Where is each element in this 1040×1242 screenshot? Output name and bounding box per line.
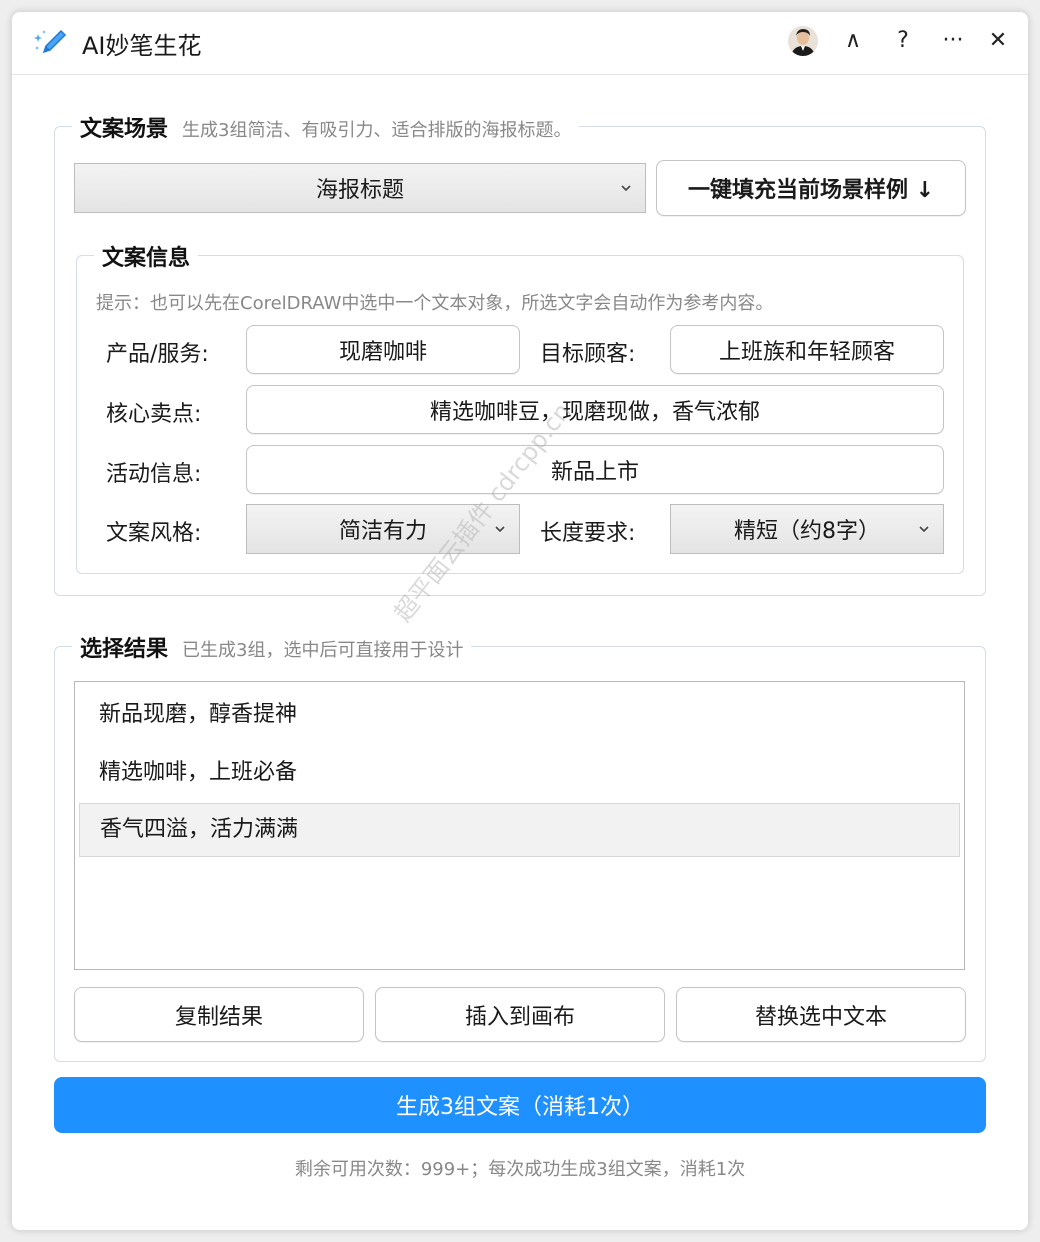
results-legend-title: 选择结果 — [80, 637, 169, 662]
collapse-button[interactable]: ∧ — [836, 26, 870, 56]
fill-sample-label: 一键填充当前场景样例 ↓ — [687, 178, 935, 203]
replace-text-button[interactable]: 替换选中文本 — [676, 987, 966, 1042]
app-window: AI妙笔生花 ∧ ? ··· ✕ 文案场景 生成3组简洁、有吸引力、适合排版的海… — [12, 12, 1028, 1230]
event-label: 活动信息: — [106, 462, 202, 487]
product-value: 现磨咖啡 — [338, 339, 427, 365]
event-input[interactable]: 新品上市 — [246, 445, 944, 494]
info-legend: 文案信息 — [94, 240, 199, 272]
style-value: 简洁有力 — [338, 519, 427, 544]
result-item[interactable]: 精选咖啡，上班必备 — [79, 746, 960, 800]
chevron-down-icon — [495, 526, 505, 533]
chevron-down-icon — [919, 526, 929, 533]
scene-legend: 文案场景 生成3组简洁、有吸引力、适合排版的海报标题。 — [72, 111, 580, 143]
length-select[interactable]: 精短（约8字） — [670, 504, 944, 554]
title-bar: AI妙笔生花 ∧ ? ··· ✕ — [12, 12, 1028, 75]
insert-canvas-button[interactable]: 插入到画布 — [375, 987, 665, 1042]
user-avatar[interactable] — [788, 26, 818, 56]
length-label: 长度要求: — [540, 521, 636, 546]
result-item-selected[interactable]: 香气四溢，活力满满 — [79, 803, 960, 857]
product-input[interactable]: 现磨咖啡 — [246, 325, 520, 374]
style-select[interactable]: 简洁有力 — [246, 504, 520, 554]
copy-result-label: 复制结果 — [174, 1004, 263, 1030]
scene-select-value: 海报标题 — [315, 178, 404, 203]
audience-label: 目标顾客: — [540, 342, 636, 367]
results-list[interactable]: 新品现磨，醇香提神 精选咖啡，上班必备 香气四溢，活力满满 — [74, 681, 965, 970]
insert-canvas-label: 插入到画布 — [464, 1004, 575, 1030]
close-button[interactable]: ✕ — [981, 26, 1015, 56]
more-button[interactable]: ··· — [936, 26, 970, 56]
selling-point-label: 核心卖点: — [106, 402, 202, 427]
replace-text-label: 替换选中文本 — [754, 1004, 887, 1030]
scene-select[interactable]: 海报标题 — [74, 163, 646, 213]
length-value: 精短（约8字） — [734, 519, 880, 544]
app-title: AI妙笔生花 — [82, 32, 202, 60]
copy-result-button[interactable]: 复制结果 — [74, 987, 364, 1042]
chevron-down-icon — [621, 185, 631, 192]
generate-label: 生成3组文案（消耗1次） — [396, 1095, 644, 1120]
selling-point-value: 精选咖啡豆，现磨现做，香气浓郁 — [429, 399, 760, 425]
product-label: 产品/服务: — [106, 342, 209, 367]
help-button[interactable]: ? — [886, 26, 920, 56]
scene-legend-subtitle: 生成3组简洁、有吸引力、适合排版的海报标题。 — [182, 120, 572, 141]
scene-legend-title: 文案场景 — [80, 117, 169, 142]
magic-pencil-icon — [34, 28, 68, 56]
style-label: 文案风格: — [106, 521, 202, 546]
result-item[interactable]: 新品现磨，醇香提神 — [79, 688, 960, 742]
info-hint: 提示：也可以先在CorelDRAW中选中一个文本对象，所选文字会自动作为参考内容… — [96, 293, 774, 314]
usage-footer: 剩余可用次数：999+；每次成功生成3组文案，消耗1次 — [294, 1159, 746, 1180]
fill-sample-button[interactable]: 一键填充当前场景样例 ↓ — [656, 160, 966, 216]
audience-input[interactable]: 上班族和年轻顾客 — [670, 325, 944, 374]
audience-value: 上班族和年轻顾客 — [718, 339, 895, 365]
results-legend-subtitle: 已生成3组，选中后可直接用于设计 — [182, 640, 464, 661]
selling-point-input[interactable]: 精选咖啡豆，现磨现做，香气浓郁 — [246, 385, 944, 434]
results-legend: 选择结果 已生成3组，选中后可直接用于设计 — [72, 631, 472, 663]
info-legend-title: 文案信息 — [102, 246, 191, 271]
generate-button[interactable]: 生成3组文案（消耗1次） — [54, 1077, 986, 1133]
event-value: 新品上市 — [550, 459, 639, 485]
